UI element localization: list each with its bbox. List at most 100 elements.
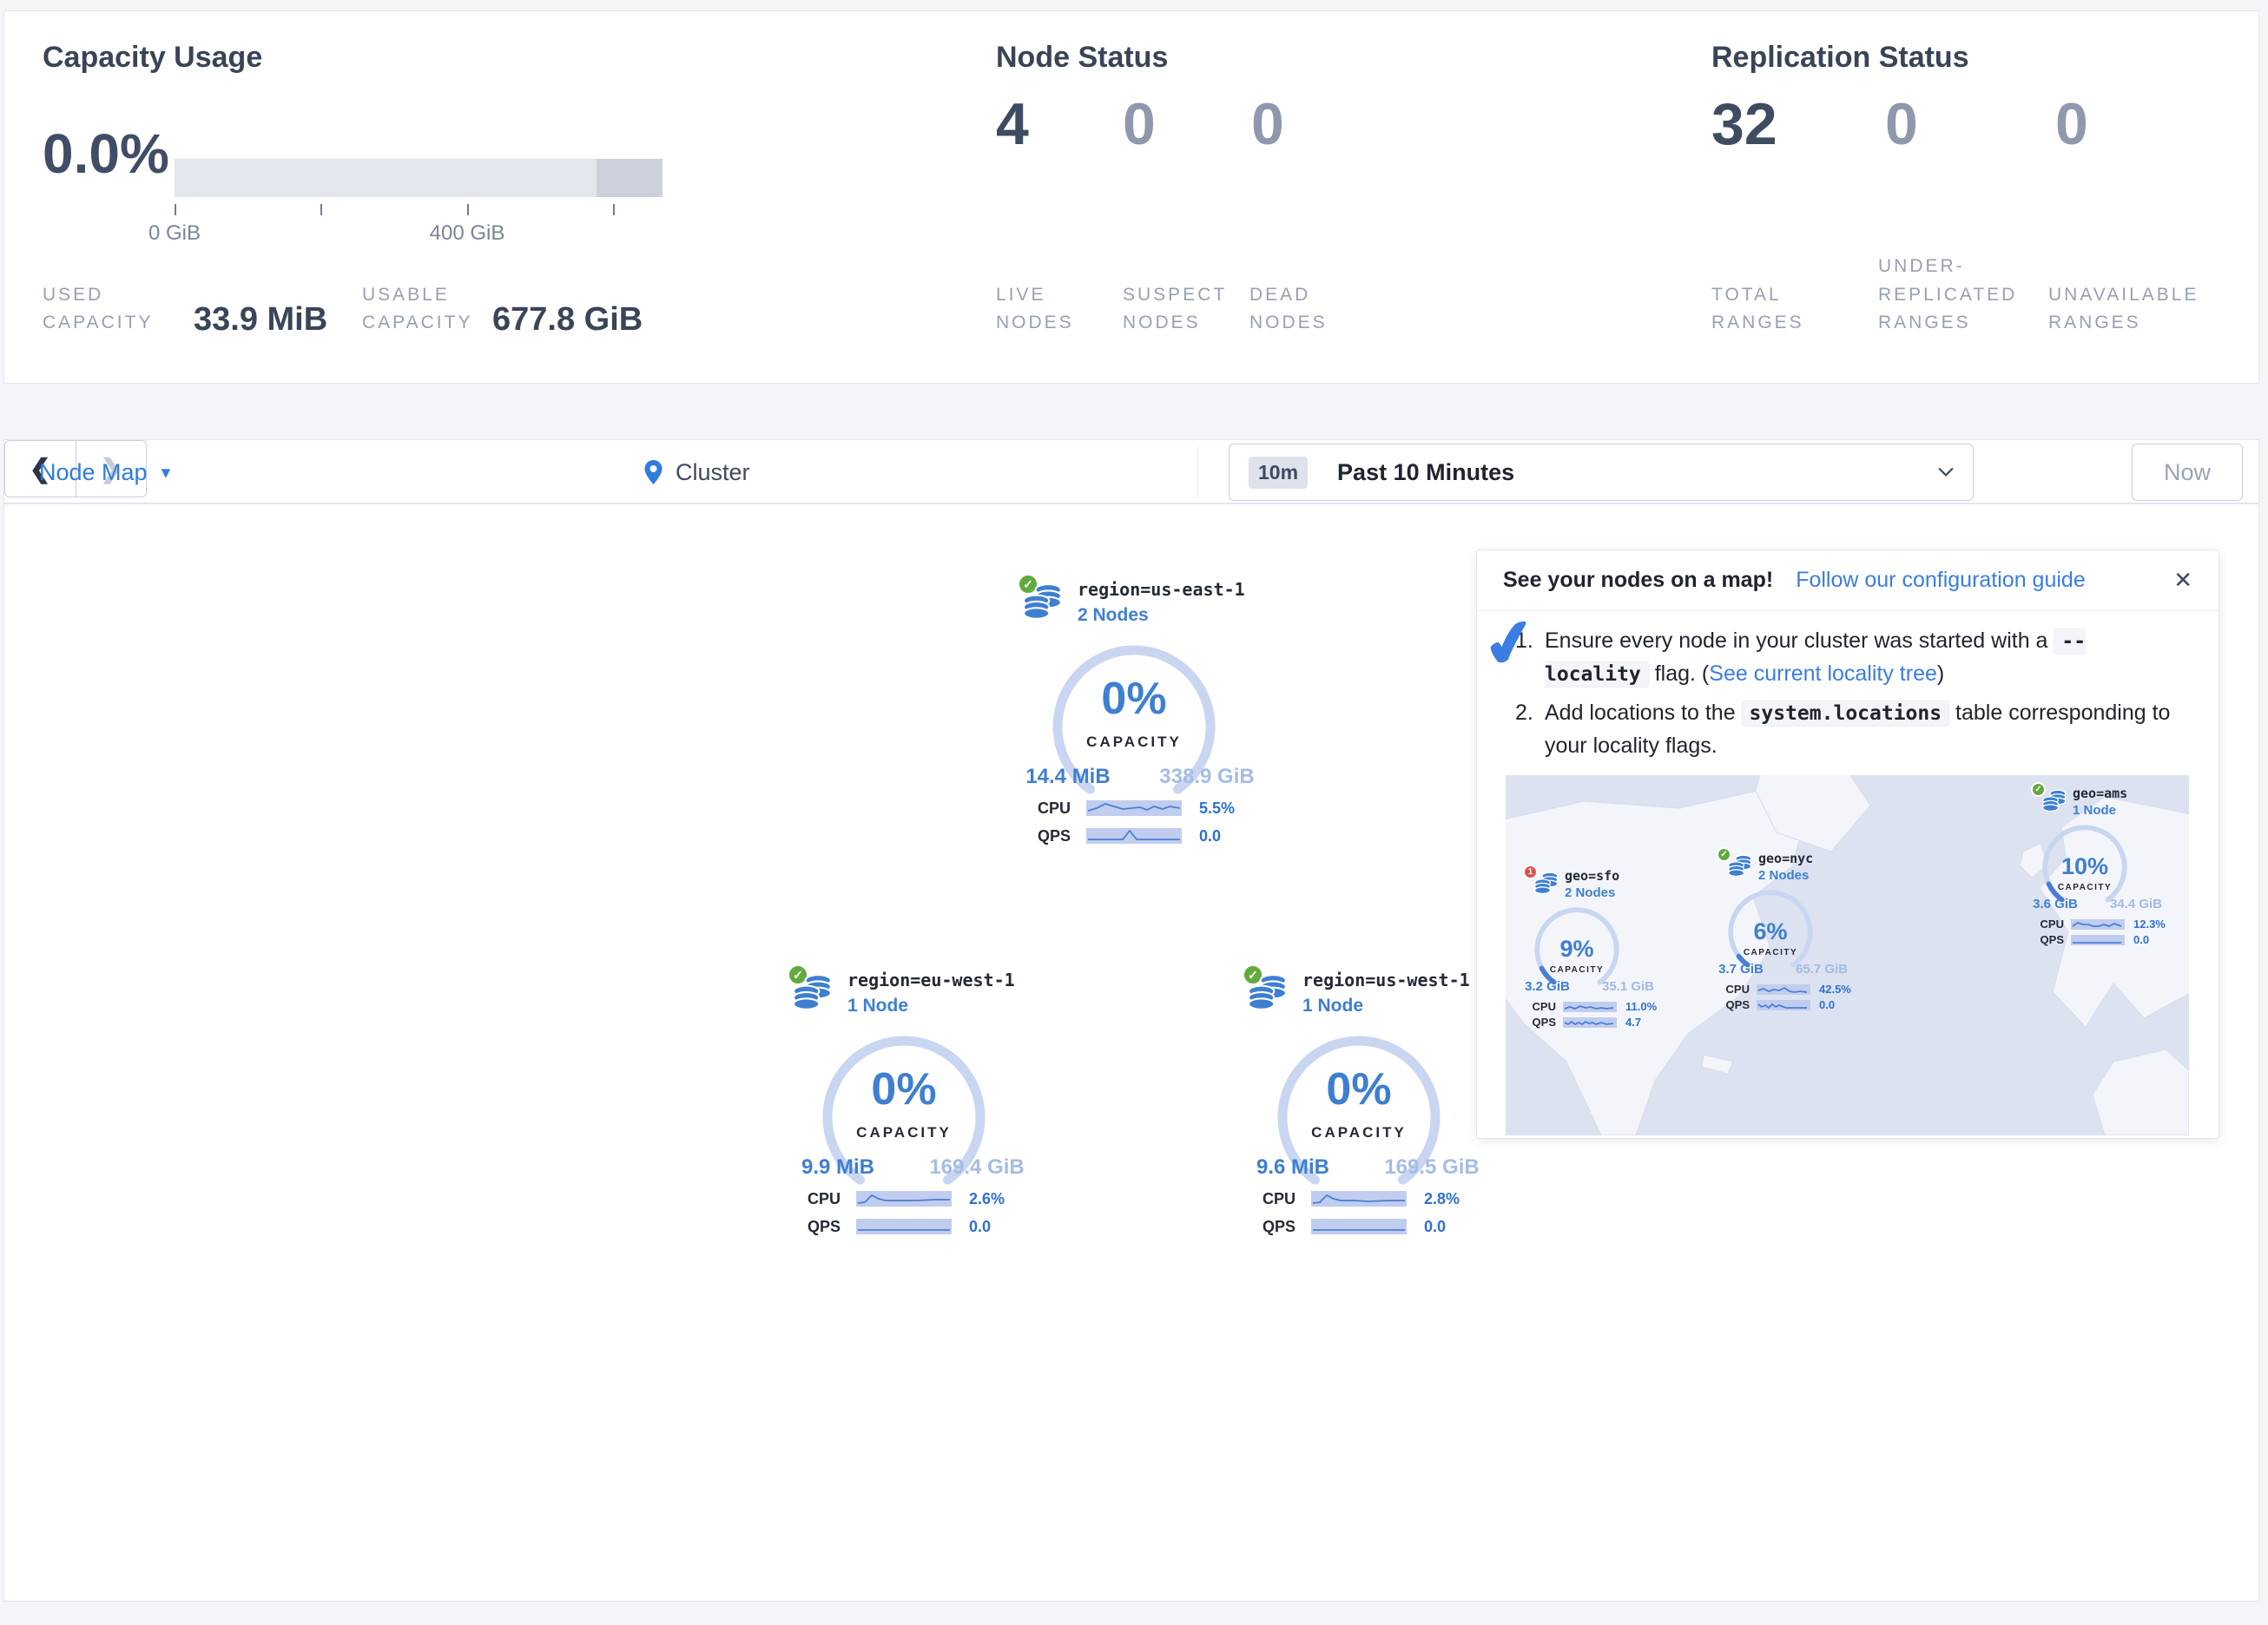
cpu-label: CPU xyxy=(795,1190,841,1208)
usable-capacity-value: 677.8 GiB xyxy=(492,303,643,336)
qps-sparkline xyxy=(1311,1219,1407,1234)
database-icon xyxy=(1248,973,1288,1013)
node-group-us-east-1[interactable]: ✓ region=us-east-1 2 Nodes 0% CAPACITY 1… xyxy=(1004,565,1264,865)
database-icon xyxy=(1023,582,1063,622)
node-group-eu-west-1[interactable]: ✓ region=eu-west-1 1 Node 0% CAPACITY 9.… xyxy=(774,956,1034,1255)
node-count-link[interactable]: 1 Node xyxy=(1302,996,1363,1016)
unavailable-value: 0 xyxy=(2055,95,2088,154)
cpu-value: 5.5% xyxy=(1199,799,1235,818)
time-range-select[interactable]: 10m Past 10 Minutes xyxy=(1229,444,1974,501)
used-value: 9.9 MiB xyxy=(786,1155,890,1180)
node-count-link[interactable]: 1 Node xyxy=(847,996,908,1016)
used-value: 9.6 MiB xyxy=(1241,1155,1345,1180)
cpu-label: CPU xyxy=(2033,918,2064,931)
system-locations-code: system.locations xyxy=(1742,701,1950,727)
node-locality: region=eu-west-1 xyxy=(847,970,1015,990)
qps-label: QPS xyxy=(1025,827,1071,845)
used-capacity-label: USED CAPACITY xyxy=(43,281,173,338)
axis-tick xyxy=(467,204,469,215)
suspect-nodes-value: 0 xyxy=(1123,95,1156,154)
close-icon[interactable]: ✕ xyxy=(2173,567,2192,594)
qps-sparkline xyxy=(856,1219,952,1234)
live-nodes-label: LIVE NODES xyxy=(996,281,1083,338)
under-replicated-label: UNDER-REPLICATED RANGES xyxy=(1878,253,2033,338)
total-capacity-value: 338.9 GiB xyxy=(1146,765,1268,789)
capacity-percent: 10% xyxy=(2031,855,2139,878)
total-capacity-value: 34.4 GiB xyxy=(2102,897,2170,911)
capacity-percent: 0% xyxy=(774,1067,1034,1112)
popup-title: See your nodes on a map! xyxy=(1503,568,1773,593)
node-group-us-west-1[interactable]: ✓ region=us-west-1 1 Node 0% CAPACITY 9.… xyxy=(1229,956,1489,1255)
capacity-label: CAPACITY xyxy=(1004,734,1264,751)
node-locality: region=us-west-1 xyxy=(1302,970,1470,990)
node-count: 2 Nodes xyxy=(1758,868,1809,883)
total-ranges-label: TOTAL RANGES xyxy=(1711,281,1807,338)
configuration-guide-link[interactable]: Follow our configuration guide xyxy=(1796,568,2086,593)
node-locality: geo=ams xyxy=(2073,786,2127,801)
used-value: 3.2 GiB xyxy=(1516,979,1579,994)
mini-node-geo-ams: ✓ geo=ams 1 Node 10% CAPACITY 3.6 GiB 34… xyxy=(2031,782,2173,952)
mini-node-geo-sfo: 1 geo=sfo 2 Nodes 9% CAPACITY 3.2 GiB 35… xyxy=(1523,865,1665,1035)
total-capacity-value: 169.4 GiB xyxy=(916,1155,1038,1180)
cpu-value: 2.8% xyxy=(1424,1190,1460,1208)
cpu-sparkline xyxy=(1757,984,1810,995)
node-locality: geo=sfo xyxy=(1565,868,1619,884)
database-icon xyxy=(793,973,833,1013)
qps-sparkline xyxy=(1086,828,1182,844)
node-count: 1 Node xyxy=(2073,803,2116,818)
step-text: flag. ( xyxy=(1649,661,1709,686)
capacity-percent: 0% xyxy=(1004,676,1264,721)
node-count-link[interactable]: 2 Nodes xyxy=(1078,605,1149,626)
nodemap-toolbar: Node Map ▾ Cluster 10m Past 10 Minutes ❮… xyxy=(3,439,2259,503)
locality-tree-link[interactable]: See current locality tree xyxy=(1709,661,1937,686)
breadcrumb[interactable]: Cluster xyxy=(644,440,750,504)
capacity-percent: 9% xyxy=(1523,938,1631,961)
capacity-label: CAPACITY xyxy=(1229,1124,1489,1141)
view-mode-label: Node Map xyxy=(39,459,148,486)
qps-value: 4.7 xyxy=(1625,1016,1641,1029)
capacity-percent: 0.0% xyxy=(43,126,169,181)
total-ranges-value: 32 xyxy=(1711,95,1777,154)
node-count: 2 Nodes xyxy=(1565,885,1615,900)
cpu-label: CPU xyxy=(1525,1000,1556,1013)
capacity-label: CAPACITY xyxy=(774,1124,1034,1141)
time-range-badge: 10m xyxy=(1249,457,1308,489)
cpu-value: 42.5% xyxy=(1819,983,1851,996)
node-status-title: Node Status xyxy=(996,41,1168,75)
popup-step-2: 2.Add locations to the system.locations … xyxy=(1515,697,2186,762)
mini-node-geo-nyc: ✓ geo=nyc 2 Nodes 6% CAPACITY 3.7 GiB 65… xyxy=(1717,847,1859,1017)
dead-nodes-label: DEAD NODES xyxy=(1249,281,1345,338)
capacity-usage-title: Capacity Usage xyxy=(43,41,262,75)
total-capacity-value: 65.7 GiB xyxy=(1788,962,1856,977)
cpu-label: CPU xyxy=(1718,983,1750,996)
total-capacity-value: 35.1 GiB xyxy=(1594,979,1662,994)
cpu-label: CPU xyxy=(1250,1190,1296,1208)
qps-label: QPS xyxy=(1250,1218,1296,1236)
database-icon xyxy=(2042,789,2067,813)
capacity-percent: 0% xyxy=(1229,1067,1489,1112)
cpu-value: 11.0% xyxy=(1625,1000,1657,1013)
replication-status-title: Replication Status xyxy=(1711,41,1969,75)
cpu-sparkline xyxy=(856,1191,952,1207)
cpu-value: 2.6% xyxy=(969,1190,1005,1208)
time-range-label: Past 10 Minutes xyxy=(1337,459,1514,486)
qps-value: 0.0 xyxy=(969,1218,991,1236)
qps-value: 0.0 xyxy=(1424,1218,1446,1236)
database-icon xyxy=(1728,854,1752,878)
breadcrumb-label: Cluster xyxy=(676,459,750,486)
qps-label: QPS xyxy=(795,1218,841,1236)
qps-label: QPS xyxy=(1525,1016,1556,1029)
total-capacity-value: 169.5 GiB xyxy=(1371,1155,1493,1180)
qps-value: 0.0 xyxy=(1199,827,1221,845)
view-mode-dropdown[interactable]: Node Map ▾ xyxy=(39,440,170,504)
popup-step-1: 1.Ensure every node in your cluster was … xyxy=(1515,625,2186,690)
now-button[interactable]: Now xyxy=(2132,444,2243,501)
blue-check-icon: ✔ xyxy=(1478,609,1542,681)
cpu-sparkline xyxy=(1086,800,1182,816)
caret-down-icon: ▾ xyxy=(162,462,171,484)
qps-label: QPS xyxy=(1718,998,1750,1011)
cpu-value: 12.3% xyxy=(2133,918,2166,931)
node-locality: region=us-east-1 xyxy=(1078,579,1245,600)
capacity-label: CAPACITY xyxy=(1523,965,1631,975)
qps-sparkline xyxy=(1757,1000,1810,1010)
